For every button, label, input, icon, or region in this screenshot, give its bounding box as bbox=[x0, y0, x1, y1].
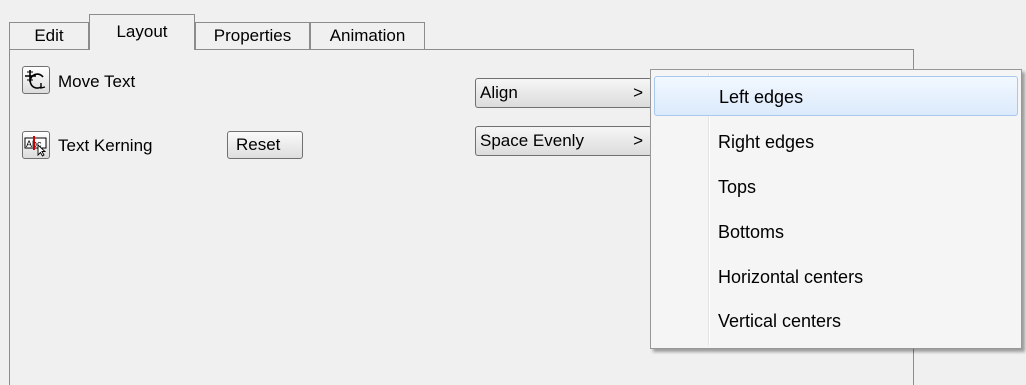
space-evenly-label: Space Evenly bbox=[480, 131, 584, 150]
reset-button[interactable]: Reset bbox=[227, 131, 303, 159]
tab-layout[interactable]: Layout bbox=[89, 14, 195, 50]
space-evenly-menu-button[interactable]: Space Evenly > bbox=[475, 126, 652, 156]
align-arrow-icon: > bbox=[633, 83, 643, 102]
tab-edit[interactable]: Edit bbox=[9, 22, 89, 49]
text-kerning-icon: Abc bbox=[24, 136, 47, 157]
menu-item-left-edges[interactable]: Left edges bbox=[654, 76, 1018, 116]
text-kerning-label: Text Kerning bbox=[58, 136, 153, 155]
move-text-label: Move Text bbox=[58, 72, 136, 91]
text-kerning-button[interactable]: Abc bbox=[22, 131, 50, 159]
align-label: Align bbox=[480, 83, 518, 102]
menu-item-right-edges[interactable]: Right edges bbox=[654, 122, 1018, 162]
menu-item-tops[interactable]: Tops bbox=[654, 167, 1018, 207]
move-text-button[interactable] bbox=[22, 66, 50, 94]
tab-properties[interactable]: Properties bbox=[195, 22, 310, 49]
space-evenly-arrow-icon: > bbox=[633, 131, 643, 150]
align-menu-button[interactable]: Align > bbox=[475, 78, 652, 108]
align-submenu: Left edges Right edges Tops Bottoms Hori… bbox=[650, 69, 1022, 349]
menu-item-horizontal-centers[interactable]: Horizontal centers bbox=[654, 257, 1018, 297]
menu-item-bottoms[interactable]: Bottoms bbox=[654, 212, 1018, 252]
layout-window: Edit Layout Properties Animation Move Te… bbox=[0, 0, 1026, 385]
tab-animation[interactable]: Animation bbox=[310, 22, 425, 49]
move-text-icon bbox=[25, 70, 46, 89]
menu-item-vertical-centers[interactable]: Vertical centers bbox=[654, 301, 1018, 341]
